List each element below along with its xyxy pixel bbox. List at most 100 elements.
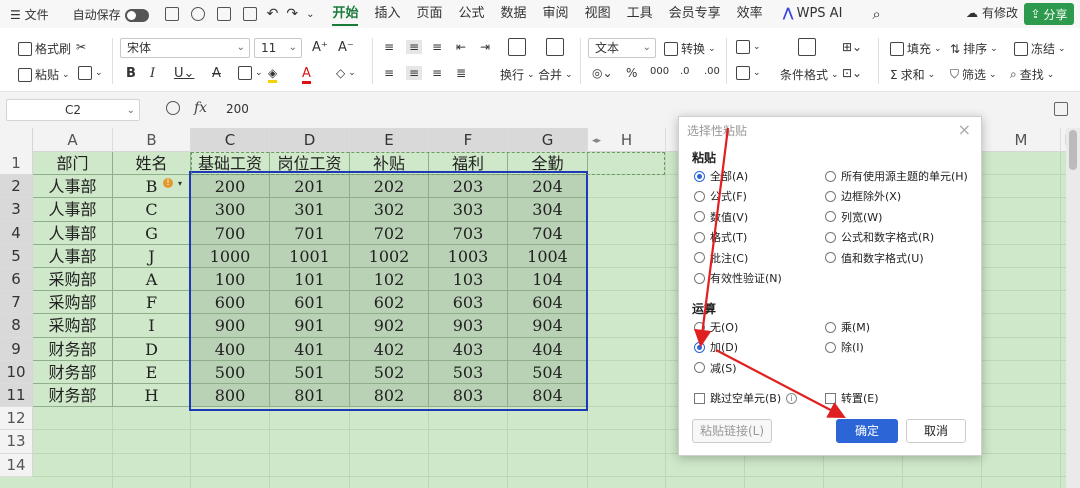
- radio-button[interactable]: [825, 341, 836, 353]
- decrease-font-icon[interactable]: A⁻: [338, 40, 354, 55]
- column-header-m[interactable]: M: [982, 128, 1061, 152]
- fill-button[interactable]: 填充 ⌄: [890, 40, 942, 57]
- row-header-6[interactable]: 6: [0, 268, 33, 292]
- radio-button[interactable]: [825, 211, 836, 223]
- tab-formula[interactable]: 公式: [459, 0, 485, 28]
- column-header-b[interactable]: B: [113, 128, 191, 152]
- comment-indicator-icon[interactable]: !: [163, 178, 173, 188]
- paste-option[interactable]: 格式(T): [694, 229, 747, 245]
- print-preview-icon[interactable]: [242, 7, 257, 21]
- fill-color-icon[interactable]: ◈: [268, 66, 278, 83]
- table-cell[interactable]: 301: [270, 198, 350, 222]
- cancel-button[interactable]: 取消: [906, 419, 966, 443]
- row-header-11[interactable]: 11: [0, 384, 33, 408]
- table-cell[interactable]: 603: [429, 291, 508, 315]
- table-cell[interactable]: 200: [191, 175, 270, 199]
- filter-button[interactable]: ⛉ 筛选 ⌄: [950, 66, 997, 83]
- freeze-button[interactable]: 冻结 ⌄: [1014, 40, 1066, 57]
- decimal-increase-icon[interactable]: .0: [680, 66, 690, 77]
- paste-option[interactable]: 有效性验证(N): [694, 270, 782, 286]
- table-cell[interactable]: 采购部: [33, 314, 113, 338]
- conditional-format-button[interactable]: 条件格式 ⌄: [780, 66, 839, 83]
- clear-format-icon[interactable]: ◇ ⌄: [336, 66, 356, 80]
- conditional-format-icon[interactable]: [798, 38, 816, 56]
- row-header-13[interactable]: 13: [0, 430, 33, 454]
- table-cell[interactable]: 人事部: [33, 198, 113, 222]
- column-header-a[interactable]: A: [33, 128, 113, 152]
- table-cell[interactable]: 201: [270, 175, 350, 199]
- table-cell[interactable]: 502: [350, 360, 429, 384]
- worksheet-icon[interactable]: ⊡⌄: [842, 66, 862, 80]
- row-header-5[interactable]: 5: [0, 244, 33, 268]
- table-cell[interactable]: 903: [429, 314, 508, 338]
- header-cell[interactable]: 姓名: [113, 152, 191, 176]
- font-size-select[interactable]: 11 ⌄: [254, 38, 302, 58]
- close-icon[interactable]: ×: [958, 120, 971, 139]
- table-cell[interactable]: 403: [429, 337, 508, 361]
- radio-button[interactable]: [694, 190, 705, 202]
- paste-option[interactable]: 边框除外(X): [825, 188, 901, 204]
- radio-button[interactable]: [694, 211, 705, 223]
- row-header-3[interactable]: 3: [0, 198, 33, 222]
- table-cell[interactable]: 采购部: [33, 291, 113, 315]
- table-cell[interactable]: 404: [508, 337, 588, 361]
- table-cell[interactable]: 304: [508, 198, 588, 222]
- row-header-1[interactable]: 1: [0, 152, 33, 176]
- table-style-icon[interactable]: ⌄: [736, 40, 761, 54]
- percent-icon[interactable]: %: [626, 66, 637, 80]
- radio-button[interactable]: [694, 170, 705, 182]
- row-header-14[interactable]: 14: [0, 453, 33, 477]
- column-header-d[interactable]: D: [270, 128, 350, 152]
- cell-dropdown-icon[interactable]: ▾: [178, 179, 182, 188]
- paste-option[interactable]: 批注(C): [694, 250, 748, 266]
- tab-view[interactable]: 视图: [585, 0, 611, 28]
- italic-icon[interactable]: I: [150, 66, 155, 81]
- table-cell[interactable]: 103: [429, 268, 508, 292]
- column-header-g[interactable]: G: [508, 128, 588, 152]
- table-cell[interactable]: 602: [350, 291, 429, 315]
- font-color-icon[interactable]: A: [302, 66, 311, 84]
- table-cell[interactable]: 904: [508, 314, 588, 338]
- indent-increase-icon[interactable]: ⇥: [480, 40, 490, 54]
- table-cell[interactable]: 601: [270, 291, 350, 315]
- radio-button[interactable]: [694, 272, 705, 284]
- table-cell[interactable]: 701: [270, 221, 350, 245]
- table-cell[interactable]: 803: [429, 384, 508, 408]
- table-cell[interactable]: A: [113, 268, 191, 292]
- table-cell[interactable]: 财务部: [33, 384, 113, 408]
- autosave-toggle[interactable]: 自动保存: [69, 6, 153, 23]
- operation-option[interactable]: 无(O): [694, 319, 738, 335]
- justify-icon[interactable]: ≣: [456, 66, 466, 80]
- currency-icon[interactable]: ◎⌄: [592, 66, 613, 80]
- ok-button[interactable]: 确定: [836, 419, 898, 443]
- table-cell[interactable]: C: [113, 198, 191, 222]
- paste-option[interactable]: 列宽(W): [825, 209, 882, 225]
- table-cell[interactable]: 203: [429, 175, 508, 199]
- strikethrough-icon[interactable]: A: [212, 66, 221, 81]
- tab-efficiency[interactable]: 效率: [737, 0, 763, 28]
- tab-member[interactable]: 会员专享: [669, 0, 721, 28]
- file-menu[interactable]: ☰ 文件: [6, 6, 53, 23]
- align-bottom-icon[interactable]: ≡: [432, 40, 442, 54]
- operation-option[interactable]: 乘(M): [825, 319, 870, 335]
- format-painter-button[interactable]: 格式刷: [18, 40, 71, 57]
- wrap-text-icon[interactable]: [508, 38, 526, 56]
- tab-wps-ai[interactable]: ⋀ WPS AI: [783, 0, 843, 28]
- radio-button[interactable]: [694, 231, 705, 243]
- paste-option[interactable]: 所有使用源主题的单元(H): [825, 168, 968, 184]
- print-icon[interactable]: [216, 7, 231, 21]
- table-cell[interactable]: 300: [191, 198, 270, 222]
- tab-home[interactable]: 开始: [332, 0, 359, 28]
- transpose-checkbox[interactable]: 转置(E): [825, 390, 879, 406]
- radio-button[interactable]: [694, 341, 705, 353]
- align-right-icon[interactable]: ≡: [432, 66, 442, 80]
- tab-page[interactable]: 页面: [417, 0, 443, 28]
- tab-insert[interactable]: 插入: [374, 0, 400, 28]
- fx-icon[interactable]: fx: [194, 100, 207, 116]
- radio-button[interactable]: [694, 321, 705, 333]
- number-format-select[interactable]: 文本 ⌄: [588, 38, 656, 58]
- radio-button[interactable]: [825, 252, 836, 264]
- table-cell[interactable]: 900: [191, 314, 270, 338]
- table-cell[interactable]: 902: [350, 314, 429, 338]
- table-cell[interactable]: F: [113, 291, 191, 315]
